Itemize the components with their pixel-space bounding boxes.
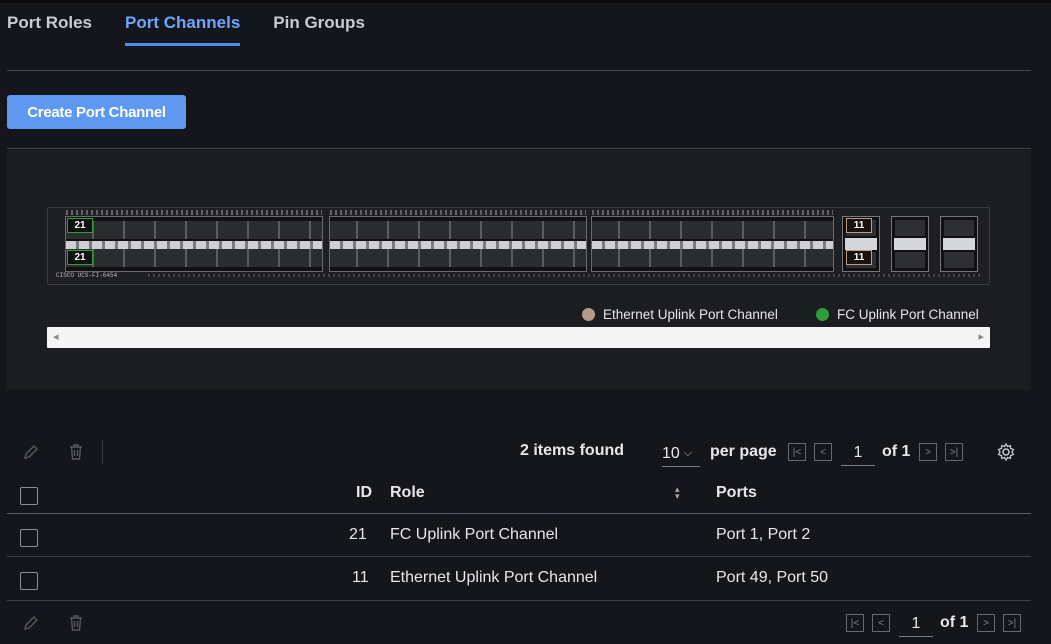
switch-vent — [148, 274, 981, 277]
prev-page-button[interactable]: < — [872, 614, 890, 632]
legend-dot-ethernet — [582, 307, 595, 321]
next-page-button[interactable]: > — [919, 443, 937, 461]
column-header-id[interactable]: ID — [356, 484, 372, 502]
chevron-down-icon: ⌵ — [683, 447, 693, 459]
page-total: of 1 — [940, 614, 969, 631]
next-page-button[interactable]: > — [977, 614, 995, 632]
table-cell-role: FC Uplink Port Channel — [390, 526, 559, 543]
row-checkbox[interactable] — [20, 529, 38, 547]
row-divider — [7, 556, 1031, 557]
items-found: 2 items found — [520, 442, 625, 459]
delete-icon[interactable] — [65, 441, 87, 463]
edit-icon[interactable] — [20, 612, 42, 634]
column-header-ports[interactable]: Ports — [716, 484, 757, 502]
row-divider — [7, 600, 1031, 601]
legend-ethernet: Ethernet Uplink Port Channel — [582, 305, 778, 323]
first-page-button[interactable]: |< — [846, 614, 864, 632]
toolbar-separator — [102, 440, 103, 464]
create-port-channel-button[interactable]: Create Port Channel — [7, 95, 186, 129]
select-all-checkbox[interactable] — [20, 487, 38, 505]
last-page-button[interactable]: >| — [945, 443, 963, 461]
table-cell-ports: Port 1, Port 2 — [716, 526, 811, 543]
sort-icon[interactable]: ▴ ▾ — [675, 485, 680, 501]
legend-dot-fc — [816, 307, 829, 321]
tab-divider — [7, 70, 1031, 71]
row-checkbox[interactable] — [20, 572, 38, 590]
edit-icon[interactable] — [20, 441, 42, 463]
legend-label-fc: FC Uplink Port Channel — [837, 306, 979, 322]
per-page-select[interactable]: 10 ⌵ — [662, 441, 700, 467]
switch-front-panel: 21 21 11 11 CISCO UCS-FI-6454 — [47, 207, 990, 285]
top-border — [0, 0, 1051, 3]
tab-port-roles[interactable]: Port Roles — [7, 12, 92, 46]
eth-port-channel-tag-bottom[interactable]: 11 — [846, 250, 872, 265]
scroll-left-icon[interactable]: ◂ — [53, 330, 59, 343]
prev-page-button[interactable]: < — [814, 443, 832, 461]
delete-icon[interactable] — [65, 612, 87, 634]
first-page-button[interactable]: |< — [788, 443, 806, 461]
table-cell-ports: Port 49, Port 50 — [716, 569, 829, 586]
switch-model-label: CISCO UCS-FI-6454 — [56, 272, 118, 279]
horizontal-scrollbar[interactable]: ◂ ▸ — [47, 327, 990, 348]
legend-label-ethernet: Ethernet Uplink Port Channel — [603, 306, 778, 322]
legend-fc: FC Uplink Port Channel — [816, 305, 979, 323]
tab-port-channels[interactable]: Port Channels — [125, 12, 241, 46]
eth-port-channel-tag-top[interactable]: 11 — [846, 218, 872, 233]
last-page-button[interactable]: >| — [1003, 614, 1021, 632]
table-cell-role: Ethernet Uplink Port Channel — [390, 569, 598, 586]
port-pair-53-54[interactable] — [940, 216, 978, 272]
table-cell-id: 11 — [352, 569, 369, 586]
column-header-role[interactable]: Role — [390, 484, 425, 502]
page-number-input[interactable]: 1 — [899, 611, 933, 637]
page-number-input[interactable]: 1 — [841, 440, 875, 466]
fc-port-channel-tag-top[interactable]: 21 — [67, 218, 93, 233]
port-pair-51-52[interactable] — [891, 216, 929, 272]
port-block-33-48[interactable] — [591, 210, 834, 272]
tab-bar: Port Roles Port Channels Pin Groups — [7, 12, 398, 48]
fc-port-channel-tag-bottom[interactable]: 21 — [67, 250, 93, 265]
table-cell-id: 21 — [349, 526, 367, 543]
per-page-value: 10 — [662, 444, 680, 462]
tab-pin-groups[interactable]: Pin Groups — [273, 12, 365, 46]
section-divider — [7, 148, 1031, 149]
page-total: of 1 — [882, 443, 911, 460]
port-block-17-32[interactable] — [329, 210, 587, 272]
port-block-1-16[interactable] — [65, 210, 323, 272]
header-divider — [7, 513, 1031, 514]
per-page-label: per page — [710, 443, 777, 460]
scroll-right-icon[interactable]: ▸ — [978, 330, 984, 343]
gear-icon[interactable] — [995, 441, 1017, 463]
